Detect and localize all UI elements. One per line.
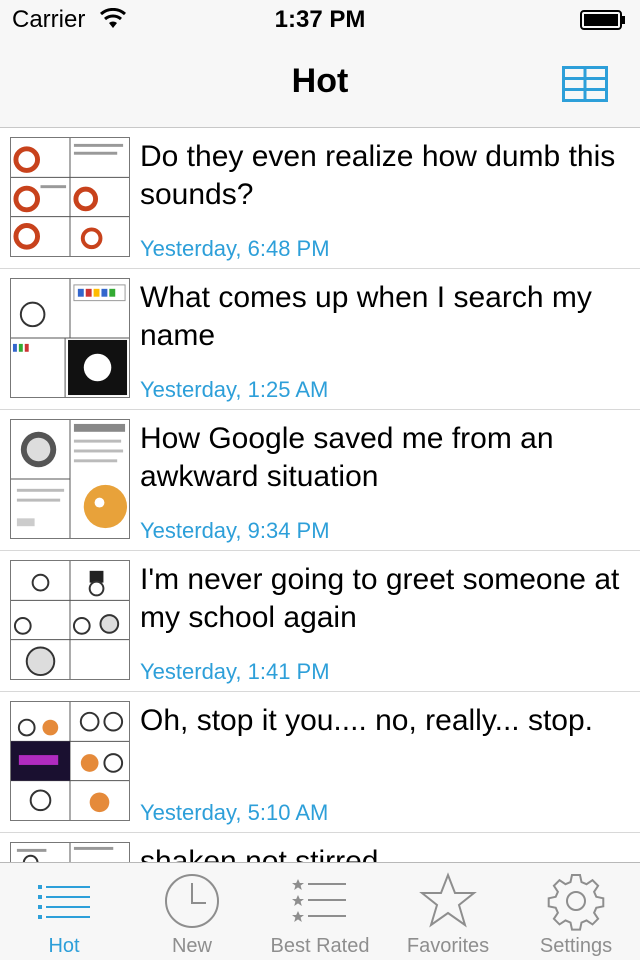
post-date: Yesterday, 9:34 PM <box>140 518 330 543</box>
comic-thumbnail <box>10 278 130 398</box>
star-icon <box>419 872 477 928</box>
post-title: shaken not stirred <box>140 845 379 862</box>
tab-hot[interactable]: Hot <box>0 863 128 961</box>
comic-thumbnail <box>10 701 130 821</box>
post-date: Yesterday, 1:25 AM <box>140 377 329 402</box>
comic-thumbnail <box>10 137 130 257</box>
tab-label: Hot <box>48 935 80 957</box>
tab-bar: Hot New Best Rated Favorites Settings <box>0 862 640 960</box>
list-item[interactable]: What comes up when I search my name Yest… <box>0 269 640 410</box>
post-title: Oh, stop it you.... no, really... stop. <box>140 704 593 737</box>
battery-icon <box>580 10 625 30</box>
list-item[interactable]: Do they even realize how dumb this sound… <box>0 128 640 269</box>
post-date: Yesterday, 1:41 PM <box>140 659 330 684</box>
grid-view-icon[interactable] <box>562 66 608 102</box>
gear-icon <box>547 874 605 931</box>
post-date: Yesterday, 5:10 AM <box>140 800 329 825</box>
post-list[interactable]: Do they even realize how dumb this sound… <box>0 128 640 862</box>
tab-favorites[interactable]: Favorites <box>384 863 512 961</box>
tab-label: Favorites <box>406 935 490 957</box>
post-title: I'm never going to greet someone at my s… <box>140 563 620 634</box>
tab-best-rated[interactable]: Best Rated <box>256 863 384 961</box>
post-title: Do they even realize how dumb this sound… <box>140 140 616 211</box>
tab-label: Best Rated <box>270 935 370 957</box>
post-title: How Google saved me from an awkward situ… <box>140 422 554 493</box>
list-item[interactable]: Oh, stop it you.... no, really... stop. … <box>0 692 640 833</box>
navigation-bar: Hot <box>0 40 640 128</box>
tab-label: Settings <box>539 935 613 957</box>
status-bar: Carrier 1:37 PM <box>0 0 640 40</box>
list-item[interactable]: How Google saved me from an awkward situ… <box>0 410 640 551</box>
post-title: What comes up when I search my name <box>140 281 592 352</box>
comic-thumbnail <box>10 560 130 680</box>
list-item[interactable]: shaken not stirred <box>0 833 640 862</box>
comic-thumbnail <box>10 419 130 539</box>
star-list-icon <box>292 879 346 922</box>
status-time: 1:37 PM <box>274 6 366 33</box>
clock-icon <box>165 874 219 928</box>
tab-label: New <box>171 935 212 957</box>
list-item[interactable]: I'm never going to greet someone at my s… <box>0 551 640 692</box>
tab-settings[interactable]: Settings <box>512 863 640 961</box>
post-date: Yesterday, 6:48 PM <box>140 236 330 261</box>
tab-new[interactable]: New <box>128 863 256 961</box>
comic-thumbnail <box>10 842 130 862</box>
list-icon <box>38 885 90 919</box>
page-title: Hot <box>291 62 349 100</box>
